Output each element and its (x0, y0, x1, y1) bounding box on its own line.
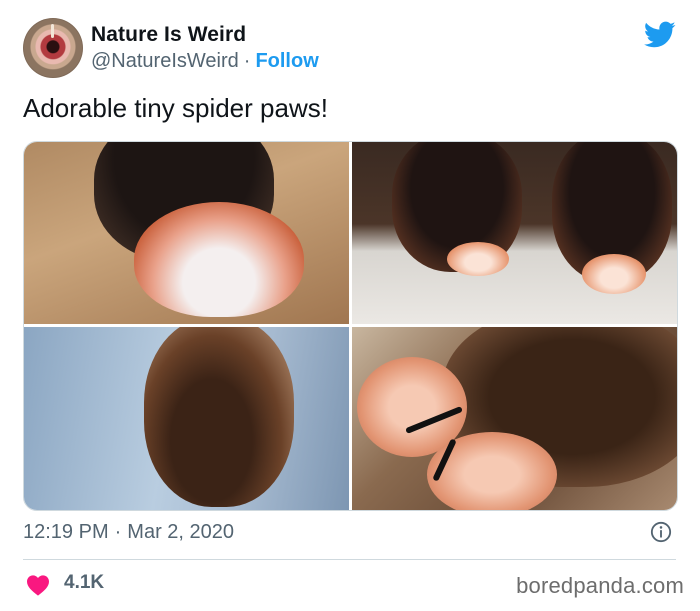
author-display-name[interactable]: Nature Is Weird (91, 23, 246, 47)
photo-3-leg (144, 327, 294, 507)
follow-link[interactable]: Follow (255, 50, 318, 72)
photo-4[interactable] (352, 327, 677, 510)
tweet-card: Nature Is Weird @NatureIsWeird · Follow Ad… (0, 0, 700, 611)
avatar-detail (51, 24, 54, 38)
author-handle-row: @NatureIsWeird · Follow (91, 50, 319, 73)
photo-1-paw (134, 202, 304, 317)
timestamp[interactable]: 12:19 PM · Mar 2, 2020 (23, 521, 234, 544)
timestamp-separator: · (114, 521, 122, 543)
photo-3[interactable] (24, 327, 349, 510)
like-count[interactable]: 4.1K (64, 572, 104, 594)
photo-2-paw-right (582, 254, 646, 294)
author-handle[interactable]: @NatureIsWeird (91, 50, 239, 72)
info-icon[interactable] (650, 521, 672, 543)
photo-4-paw-lower (427, 432, 557, 510)
tweet-text: Adorable tiny spider paws! (23, 93, 328, 123)
watermark: boredpanda.com (516, 573, 684, 598)
twitter-bird-icon[interactable] (644, 21, 676, 49)
media-grid (23, 141, 678, 511)
handle-separator: · (243, 50, 251, 72)
avatar[interactable] (23, 18, 83, 78)
tweet-time: 12:19 PM (23, 521, 109, 543)
divider (23, 559, 676, 560)
photo-2-paw-left (447, 242, 509, 276)
tweet-date: Mar 2, 2020 (127, 521, 235, 543)
photo-1[interactable] (24, 142, 349, 324)
heart-icon[interactable] (26, 574, 50, 596)
photo-2[interactable] (352, 142, 677, 324)
